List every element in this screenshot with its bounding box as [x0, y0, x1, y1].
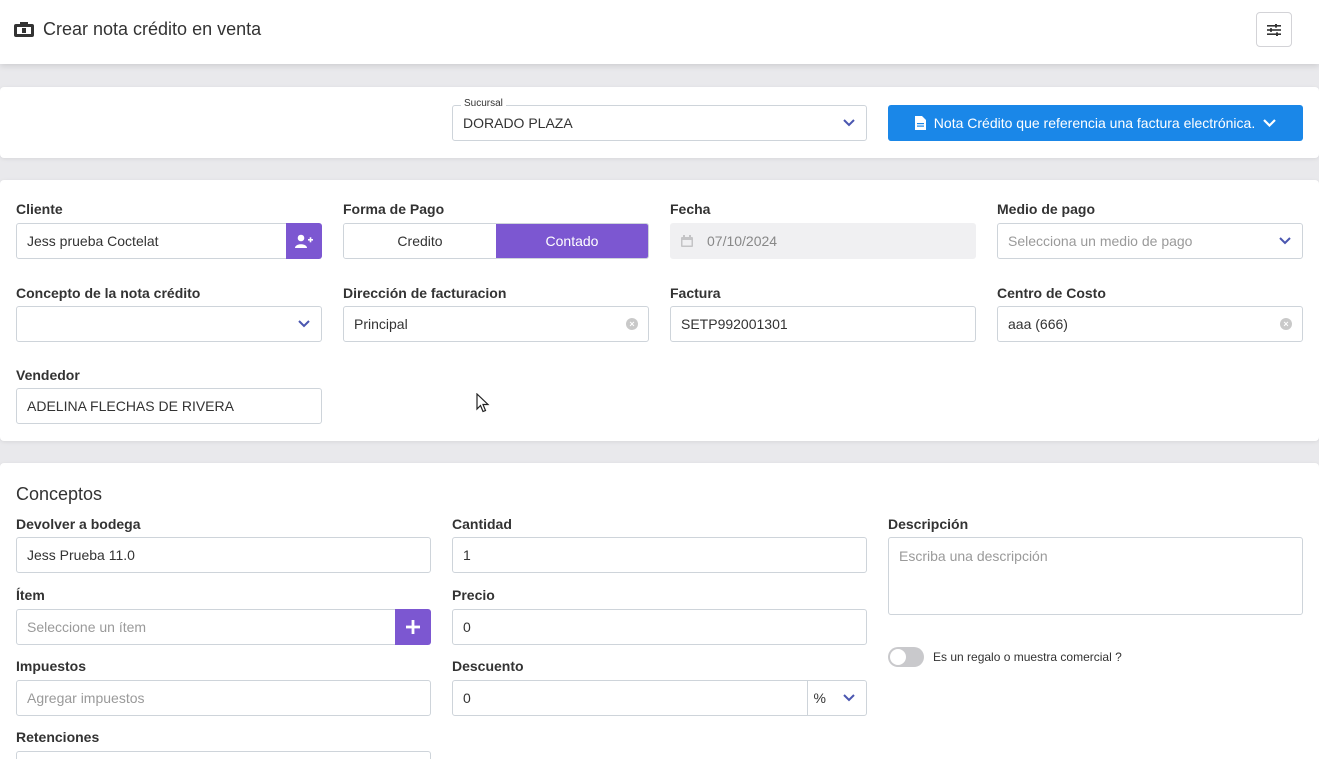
precio-label: Precio — [452, 587, 495, 603]
sucursal-select[interactable]: DORADO PLAZA — [452, 105, 867, 141]
page-title: Crear nota crédito en venta — [13, 19, 261, 40]
direccion-label: Dirección de facturacion — [343, 285, 507, 301]
descuento-unit[interactable]: % — [814, 690, 826, 706]
chevron-down-icon — [1263, 119, 1276, 127]
centro-costo-select[interactable]: aaa (666) × — [997, 306, 1303, 342]
clear-icon[interactable]: × — [1280, 318, 1292, 330]
cliente-value: Jess prueba Coctelat — [27, 233, 159, 249]
credito-option[interactable]: Credito — [344, 224, 496, 258]
retenciones-label: Retenciones — [16, 729, 100, 745]
chevron-down-icon — [842, 116, 856, 130]
factura-field[interactable]: SETP992001301 — [670, 306, 976, 342]
cantidad-label: Cantidad — [452, 516, 512, 532]
contado-option[interactable]: Contado — [496, 224, 648, 258]
bodega-label: Devolver a bodega — [16, 516, 141, 532]
descripcion-label: Descripción — [888, 516, 969, 532]
medio-pago-label: Medio de pago — [997, 201, 1095, 217]
descuento-field[interactable]: 0 % — [452, 680, 867, 716]
descuento-divider — [807, 681, 808, 715]
medio-pago-select[interactable]: Selecciona un medio de pago — [997, 223, 1303, 259]
mouse-cursor-icon — [476, 393, 490, 413]
factura-label: Factura — [670, 285, 721, 301]
chevron-down-icon — [297, 317, 311, 331]
calendar-icon — [681, 235, 693, 247]
retenciones-select[interactable] — [16, 751, 431, 759]
concepto-label: Concepto de la nota crédito — [16, 285, 201, 301]
bodega-value: Jess Prueba 11.0 — [27, 547, 135, 563]
add-client-button[interactable] — [286, 223, 322, 259]
cliente-field[interactable]: Jess prueba Coctelat — [16, 223, 288, 259]
fecha-label: Fecha — [670, 201, 711, 217]
vendedor-field[interactable]: ADELINA FLECHAS DE RIVERA — [16, 388, 322, 424]
cliente-label: Cliente — [16, 201, 63, 217]
cash-register-icon — [14, 21, 34, 37]
item-label: Ítem — [16, 587, 45, 603]
centro-costo-label: Centro de Costo — [997, 285, 1106, 301]
settings-button[interactable] — [1256, 12, 1292, 47]
direccion-select[interactable]: Principal × — [343, 306, 649, 342]
add-item-button[interactable] — [395, 609, 431, 645]
descuento-label: Descuento — [452, 658, 524, 674]
clear-icon[interactable]: × — [626, 318, 638, 330]
top-bar: Crear nota crédito en venta — [0, 0, 1319, 64]
medio-pago-placeholder: Selecciona un medio de pago — [1008, 233, 1193, 249]
descuento-value: 0 — [463, 690, 471, 706]
forma-pago-label: Forma de Pago — [343, 201, 445, 217]
impuestos-placeholder: Agregar impuestos — [27, 690, 145, 706]
file-icon — [914, 116, 926, 130]
document-type-label: Nota Crédito que referencia una factura … — [933, 115, 1256, 131]
impuestos-select[interactable]: Agregar impuestos — [16, 680, 431, 716]
cantidad-value: 1 — [463, 547, 471, 563]
vendedor-label: Vendedor — [16, 367, 80, 383]
precio-field[interactable]: 0 — [452, 609, 867, 645]
cantidad-field[interactable]: 1 — [452, 537, 867, 573]
chevron-down-icon[interactable] — [842, 691, 856, 705]
precio-value: 0 — [463, 619, 471, 635]
sliders-icon — [1267, 23, 1281, 36]
item-placeholder: Seleccione un ítem — [27, 619, 147, 635]
sucursal-label: Sucursal — [461, 98, 506, 109]
chevron-down-icon — [1278, 234, 1292, 248]
conceptos-title: Conceptos — [16, 484, 103, 504]
direccion-value: Principal — [354, 316, 408, 332]
bodega-field[interactable]: Jess Prueba 11.0 — [16, 537, 431, 573]
impuestos-label: Impuestos — [16, 658, 87, 674]
item-select[interactable]: Seleccione un ítem — [16, 609, 397, 645]
concepto-select[interactable] — [16, 306, 322, 342]
document-type-button[interactable]: Nota Crédito que referencia una factura … — [888, 105, 1303, 141]
sucursal-value: DORADO PLAZA — [463, 115, 573, 131]
fecha-field: 07/10/2024 — [670, 223, 976, 259]
forma-pago-toggle: Credito Contado — [343, 223, 649, 259]
user-plus-icon — [295, 234, 313, 248]
plus-icon — [406, 620, 420, 634]
regalo-label: Es un regalo o muestra comercial ? — [933, 650, 1122, 664]
vendedor-value: ADELINA FLECHAS DE RIVERA — [27, 398, 234, 414]
descripcion-textarea[interactable]: Escriba una descripción — [888, 537, 1303, 615]
page-title-text: Crear nota crédito en venta — [43, 19, 262, 39]
fecha-value: 07/10/2024 — [707, 233, 778, 249]
regalo-toggle[interactable] — [888, 647, 924, 667]
factura-value: SETP992001301 — [681, 316, 788, 332]
centro-costo-value: aaa (666) — [1008, 316, 1068, 332]
